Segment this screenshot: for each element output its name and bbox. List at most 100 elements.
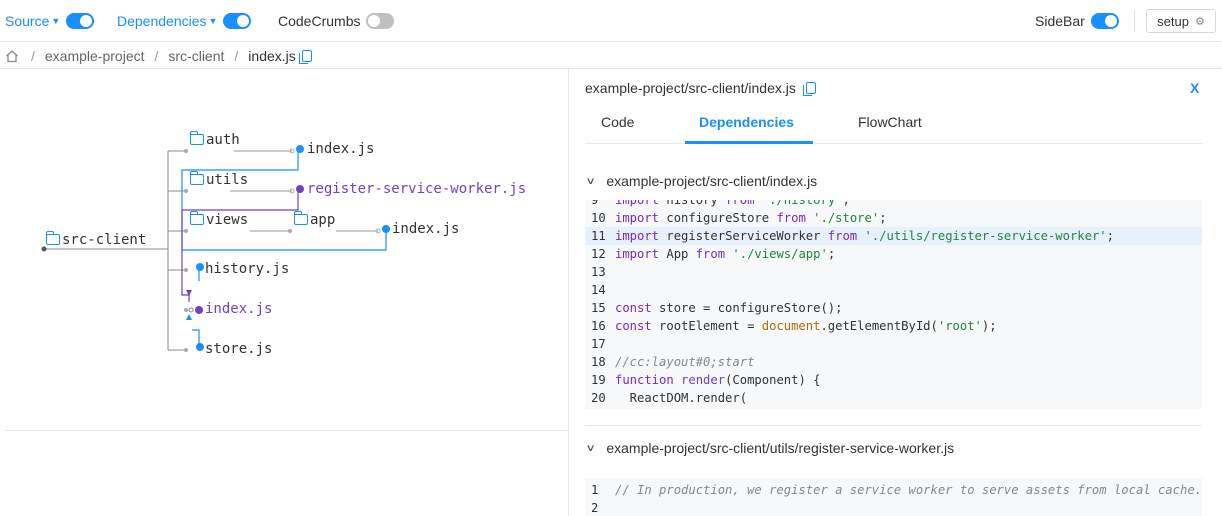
- breadcrumb-divider: [0, 68, 1222, 69]
- line-number: 2: [591, 501, 599, 515]
- panel-file-path: example-project/src-client/index.js: [585, 80, 816, 96]
- home-icon[interactable]: [5, 49, 19, 63]
- sidebar-control[interactable]: SideBar: [1035, 11, 1119, 31]
- graph-edges: [41, 145, 390, 352]
- line-number: 17: [591, 337, 606, 351]
- code-line: 16 const rootElement = document.getElemen…: [591, 319, 997, 333]
- code-line-highlighted: 11 import registerServiceWorker from './u…: [585, 227, 1202, 245]
- graph-node-views[interactable]: views: [190, 211, 249, 228]
- dependencies-dropdown[interactable]: Dependencies: [117, 13, 207, 29]
- dependencies-control[interactable]: Dependencies ▼: [117, 11, 252, 31]
- code-line: 10 import configureStore from './store';: [591, 211, 887, 225]
- breadcrumb-item-project[interactable]: example-project: [45, 48, 145, 64]
- code-line: 9 import history from './history';: [585, 200, 1202, 209]
- tab-dependencies[interactable]: Dependencies: [699, 114, 794, 130]
- code-line: 2: [585, 499, 1202, 516]
- copy-icon[interactable]: [298, 50, 312, 64]
- node-label: src-client: [62, 232, 147, 248]
- line-number: 9: [591, 200, 599, 207]
- line-number: 1: [591, 483, 599, 497]
- node-label: auth: [206, 132, 240, 148]
- codecrumbs-toggle[interactable]: [366, 13, 395, 29]
- graph-node-auth[interactable]: auth: [190, 131, 240, 148]
- source-toggle[interactable]: [66, 13, 95, 29]
- graph-node-src-client[interactable]: src-client: [46, 231, 147, 248]
- graph-node-app-index[interactable]: index.js: [392, 221, 459, 237]
- copy-icon[interactable]: [802, 82, 816, 96]
- section-header-index[interactable]: ∨ example-project/src-client/index.js: [586, 173, 818, 189]
- breadcrumb: / example-project / src-client / index.j…: [5, 46, 312, 66]
- graph-node-app[interactable]: app: [294, 211, 336, 228]
- breadcrumb-separator: /: [31, 48, 35, 64]
- chevron-down-icon[interactable]: ∨: [586, 176, 596, 187]
- toolbar-divider: [1134, 10, 1135, 32]
- codecrumbs-label: CodeCrumbs: [278, 13, 361, 29]
- code-line: 14: [585, 281, 1202, 299]
- code-line: 12 import App from './views/app';: [591, 247, 836, 261]
- code-line: 19 function render(Component) {: [591, 373, 821, 387]
- code-line: 18//cc:layout#0;start: [591, 355, 755, 369]
- line-number: 10: [591, 211, 606, 225]
- graph-node-store[interactable]: store.js: [205, 341, 272, 357]
- graph-node-index[interactable]: index.js: [205, 301, 272, 317]
- top-toolbar: Source ▼ Dependencies ▼ CodeCrumbs SideB…: [0, 0, 1222, 42]
- line-number: 15: [591, 301, 606, 315]
- tab-flowchart[interactable]: FlowChart: [858, 114, 922, 130]
- line-number: 14: [591, 283, 606, 297]
- code-block-index: 9 import history from './history'; 10 impo…: [585, 200, 1202, 409]
- node-label: views: [206, 212, 249, 228]
- source-dropdown[interactable]: Source: [5, 13, 49, 29]
- breadcrumb-separator: /: [234, 48, 239, 64]
- section-title: example-project/src-client/utils/registe…: [606, 440, 955, 456]
- line-number: 20: [591, 391, 606, 405]
- section-title: example-project/src-client/index.js: [606, 173, 818, 189]
- panel-tabs: Code Dependencies FlowChart: [585, 100, 1203, 144]
- setup-label: setup: [1157, 13, 1189, 29]
- folder-icon: [190, 211, 204, 225]
- gear-icon: ⚙: [1194, 15, 1205, 28]
- source-control[interactable]: Source ▼: [5, 11, 95, 31]
- folder-icon: [190, 131, 204, 145]
- breadcrumb-separator: /: [154, 48, 159, 64]
- graph-node-auth-index[interactable]: index.js: [307, 141, 374, 157]
- panel-divider: [568, 69, 569, 516]
- folder-icon: [46, 231, 60, 245]
- code-block-register-service-worker: 1// In production, we register a service…: [585, 478, 1202, 516]
- line-number: 19: [591, 373, 606, 387]
- line-number: 16: [591, 319, 606, 333]
- graph-node-utils[interactable]: utils: [190, 171, 249, 188]
- chevron-down-icon[interactable]: ▼: [209, 16, 218, 26]
- folder-icon: [294, 211, 308, 225]
- sidebar-toggle[interactable]: [1090, 13, 1119, 29]
- line-number: 11: [591, 229, 606, 243]
- breadcrumb-item-folder[interactable]: src-client: [168, 48, 224, 64]
- line-number: 18: [591, 355, 606, 369]
- code-line: 15 const store = configureStore();: [591, 301, 843, 315]
- breadcrumb-item-file: index.js: [248, 48, 296, 64]
- graph-bottom-divider: [5, 430, 568, 431]
- code-line: 20 ReactDOM.render(: [591, 391, 748, 405]
- active-tab-indicator: [685, 141, 813, 144]
- node-label: app: [310, 212, 336, 228]
- tab-code[interactable]: Code: [601, 114, 634, 130]
- graph-node-register-service-worker[interactable]: register-service-worker.js: [307, 181, 526, 197]
- dependency-graph: src-client auth utils views app index.js…: [0, 70, 566, 430]
- panel-path-text: example-project/src-client/index.js: [585, 80, 796, 96]
- sidebar-label: SideBar: [1035, 13, 1085, 29]
- chevron-down-icon[interactable]: ∨: [586, 443, 596, 454]
- section-divider: [585, 425, 1202, 426]
- codecrumbs-control[interactable]: CodeCrumbs: [278, 11, 395, 31]
- chevron-down-icon[interactable]: ▼: [51, 16, 60, 26]
- dependencies-toggle[interactable]: [223, 13, 252, 29]
- close-panel-button[interactable]: X: [1190, 80, 1199, 96]
- node-label: utils: [206, 172, 249, 188]
- code-line: 17: [585, 335, 1202, 353]
- code-line: 1// In production, we register a service…: [591, 483, 1202, 497]
- line-number: 12: [591, 247, 606, 261]
- code-line: 13: [585, 263, 1202, 281]
- line-number: 13: [591, 265, 606, 279]
- folder-icon: [190, 171, 204, 185]
- setup-button[interactable]: setup ⚙: [1146, 9, 1216, 33]
- graph-node-history[interactable]: history.js: [205, 261, 289, 277]
- section-header-register-service-worker[interactable]: ∨ example-project/src-client/utils/regis…: [586, 440, 955, 456]
